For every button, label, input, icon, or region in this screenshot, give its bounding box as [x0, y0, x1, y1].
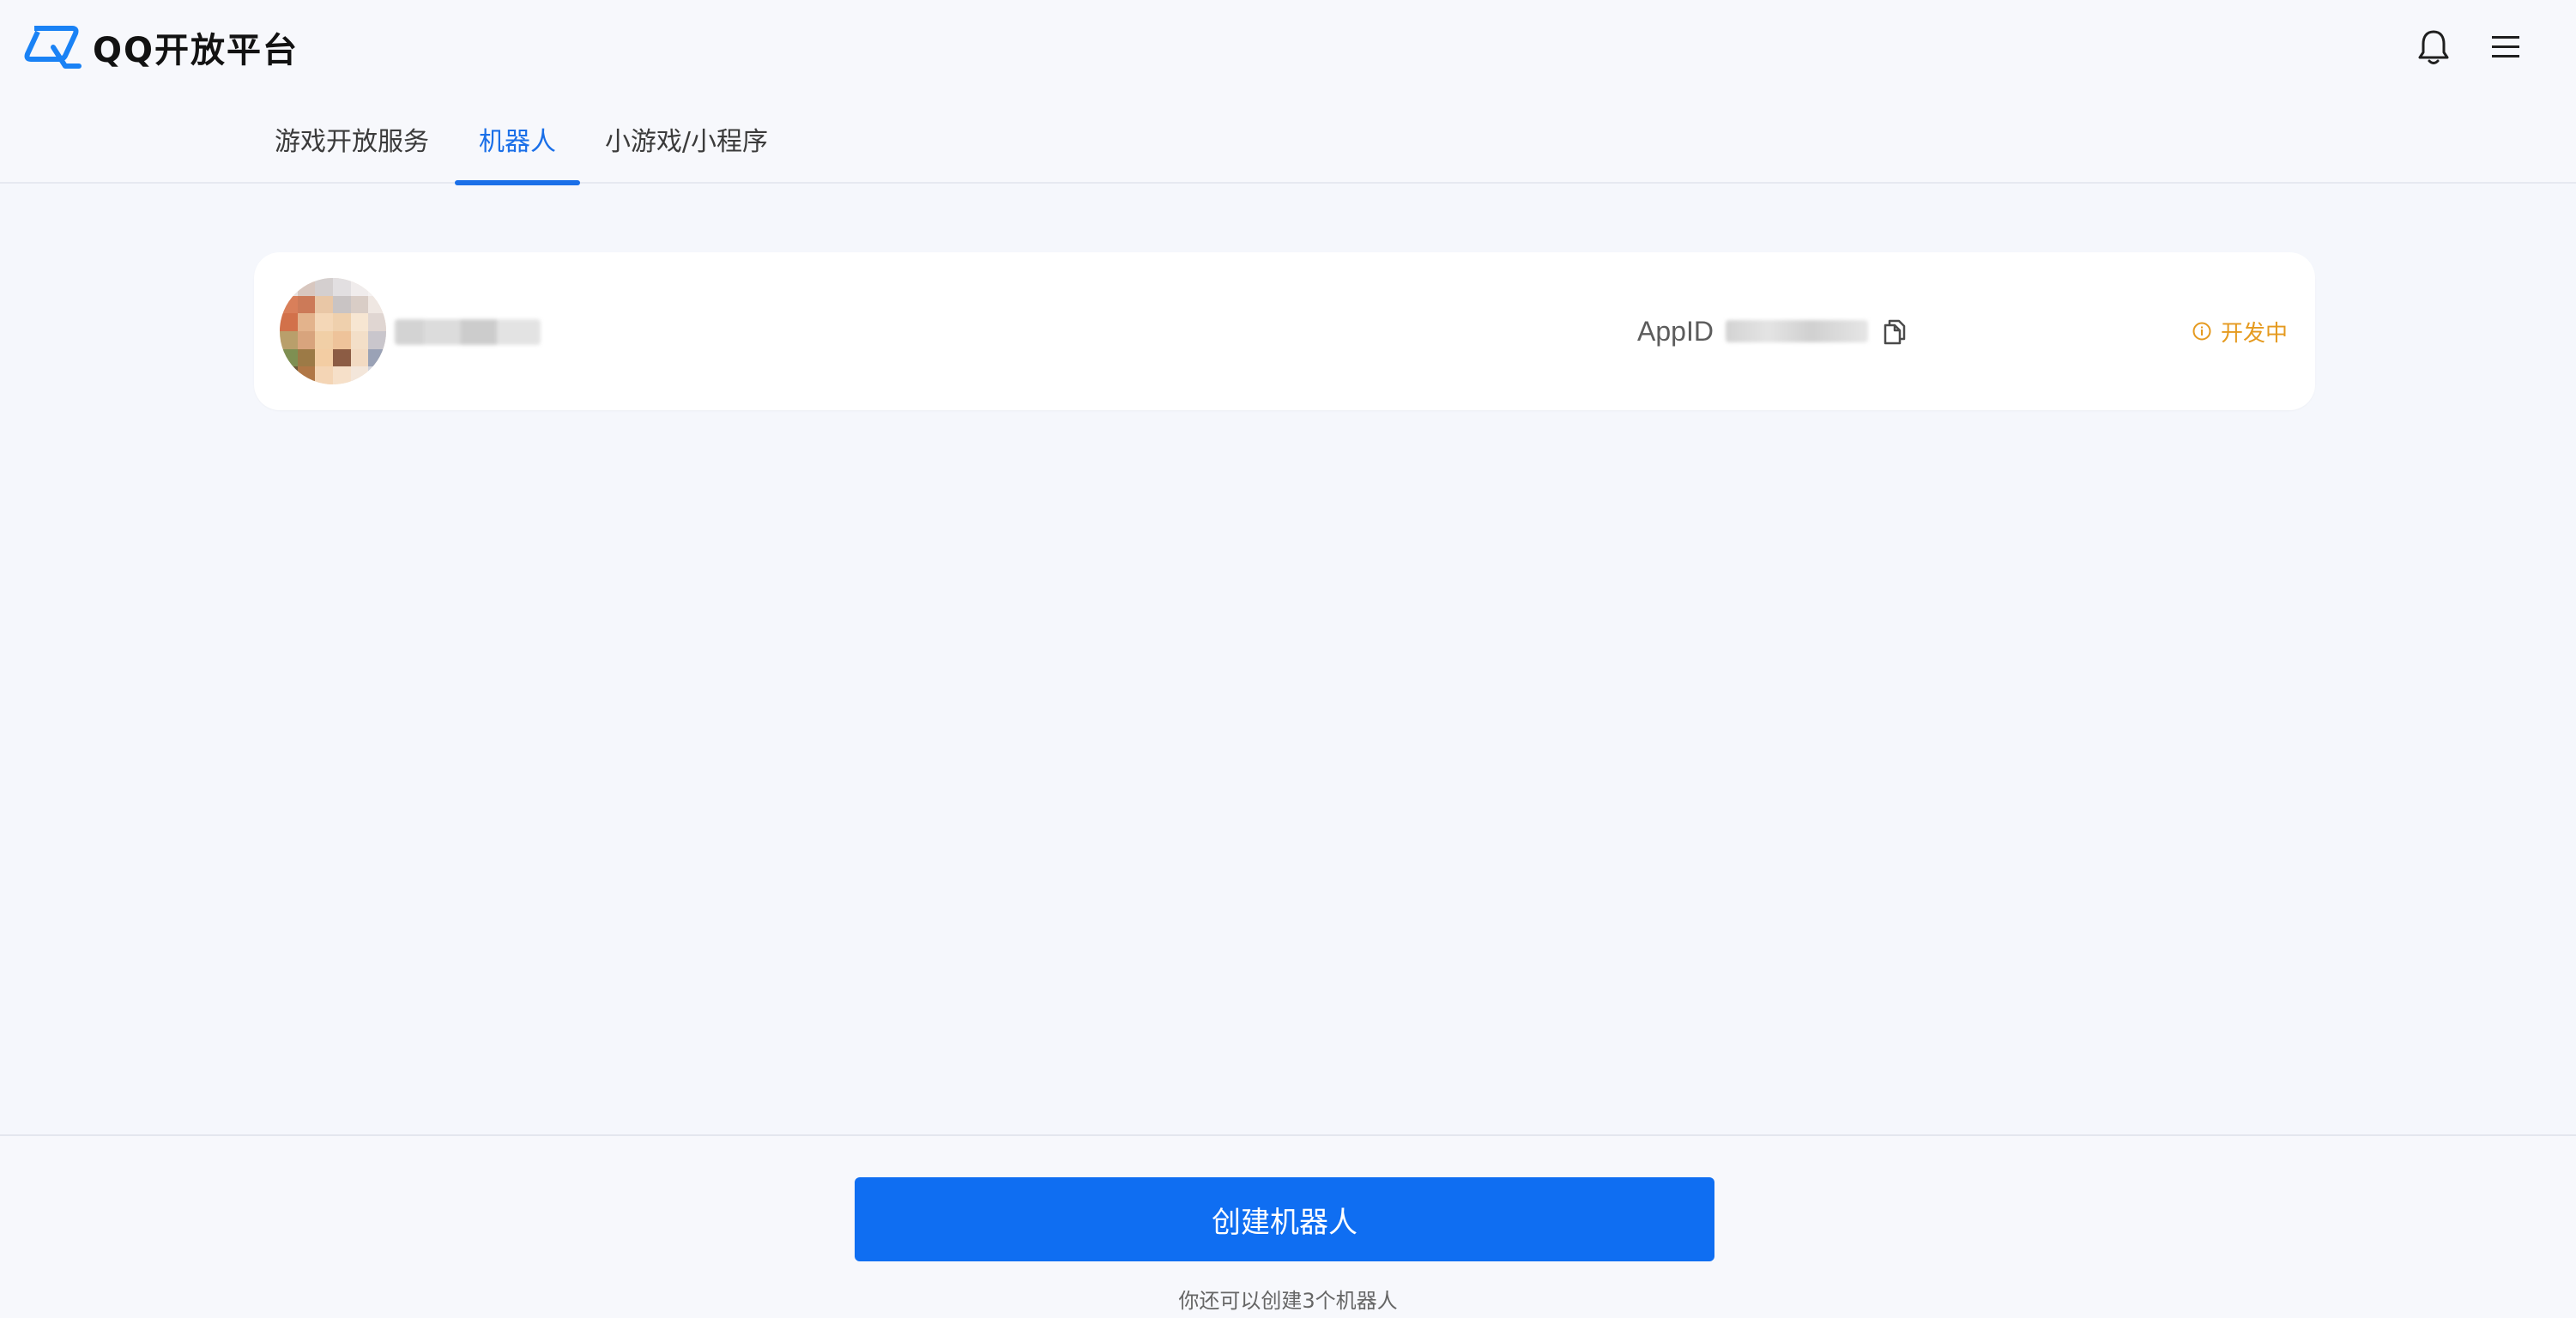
- bot-name-redacted: [395, 319, 541, 345]
- logo[interactable]: QQ开放平台: [22, 21, 299, 73]
- appid-label: AppID: [1637, 315, 1714, 347]
- nav-tabs: 游戏开放服务 机器人 小游戏/小程序: [0, 94, 2576, 185]
- top-header: QQ开放平台: [0, 0, 2576, 94]
- status-badge: 开发中: [2192, 312, 2288, 350]
- info-circle-icon: [2192, 322, 2211, 341]
- notification-bell-icon[interactable]: [2415, 28, 2452, 66]
- copy-icon[interactable]: [1880, 317, 1909, 346]
- bot-card[interactable]: AppID 开发中: [254, 252, 2315, 410]
- appid-group: AppID: [1637, 305, 1909, 357]
- status-label: 开发中: [2220, 320, 2288, 347]
- qq-open-platform-logo-icon: [24, 26, 82, 69]
- create-bot-button[interactable]: 创建机器人: [855, 1177, 1714, 1261]
- tab-bots[interactable]: 机器人: [455, 94, 580, 185]
- remaining-quota-text: 你还可以创建3个机器人: [1178, 1289, 1398, 1313]
- bot-avatar: [280, 278, 386, 384]
- tab-mini-games-programs[interactable]: 小游戏/小程序: [601, 94, 772, 184]
- header-actions: [2415, 28, 2554, 66]
- menu-icon[interactable]: [2487, 28, 2525, 66]
- tab-game-open-services[interactable]: 游戏开放服务: [271, 94, 432, 184]
- logo-text: QQ开放平台: [93, 31, 299, 70]
- appid-value-redacted: [1725, 320, 1868, 342]
